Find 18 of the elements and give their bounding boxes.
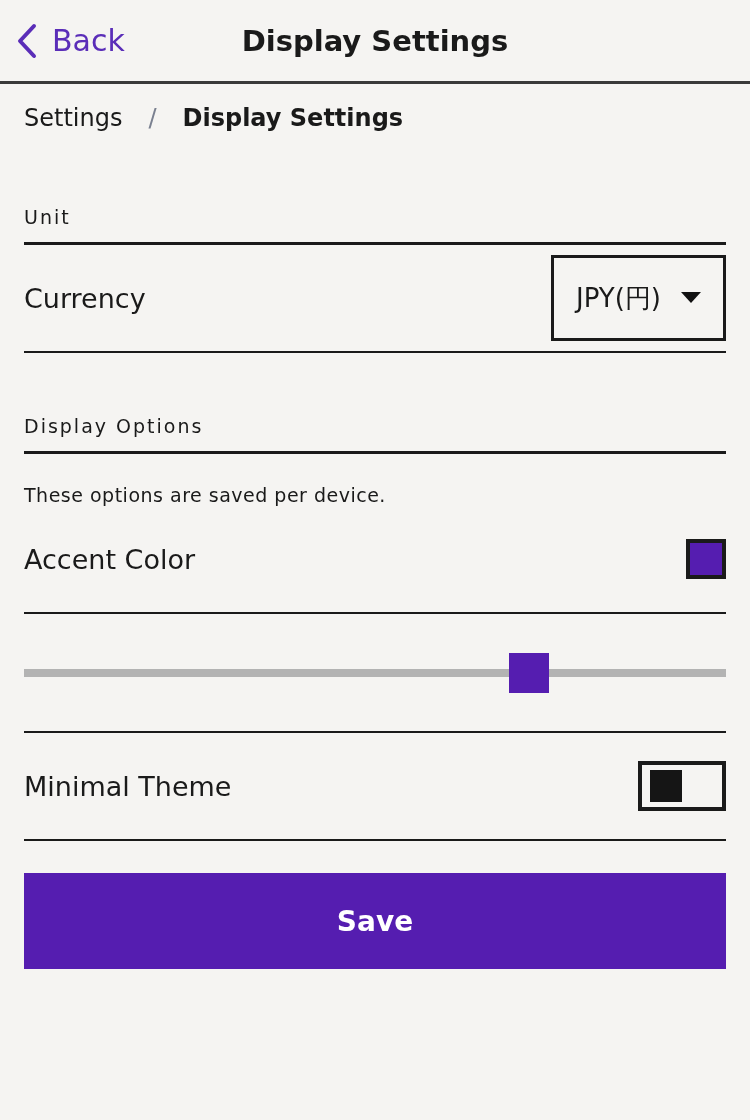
breadcrumb-item: Display Settings bbox=[182, 104, 404, 132]
breadcrumb-item[interactable]: Settings bbox=[24, 104, 123, 132]
section-heading: Unit bbox=[24, 206, 726, 245]
back-button[interactable]: Back bbox=[0, 22, 125, 59]
section-note: These options are saved per device. bbox=[24, 483, 387, 506]
save-button[interactable]: Save bbox=[24, 873, 726, 969]
slider-thumb[interactable] bbox=[509, 652, 550, 693]
screen-title: Display Settings bbox=[241, 23, 509, 58]
section-heading: Display Options bbox=[24, 415, 726, 454]
setting-label: Accent Color bbox=[24, 543, 196, 575]
currency-dropdown[interactable]: JPY(円) bbox=[551, 255, 726, 341]
color-swatch[interactable] bbox=[686, 539, 726, 579]
setting-label: Currency bbox=[24, 282, 146, 314]
breadcrumb-separator: / bbox=[148, 104, 157, 132]
chevron-left-icon bbox=[16, 22, 38, 59]
setting-label: Minimal Theme bbox=[24, 770, 232, 802]
toggle-switch[interactable] bbox=[638, 761, 726, 811]
caret-down-icon bbox=[681, 292, 701, 304]
